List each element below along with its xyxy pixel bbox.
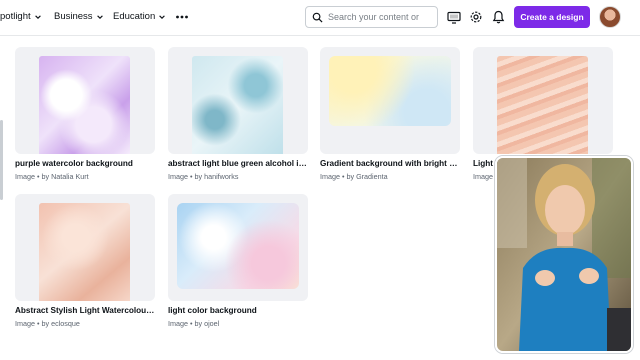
settings-button[interactable] bbox=[468, 9, 484, 25]
ellipsis-icon bbox=[176, 15, 188, 19]
top-navigation-bar: potlight Business Education Search your … bbox=[0, 0, 640, 36]
result-title: abstract light blue green alcohol in... bbox=[168, 159, 308, 168]
result-image bbox=[497, 56, 588, 154]
result-title: Abstract Stylish Light Watercolour ... bbox=[15, 306, 155, 315]
thumbnail-frame bbox=[168, 194, 308, 301]
create-design-button[interactable]: Create a design bbox=[514, 6, 590, 28]
bell-icon bbox=[492, 10, 504, 24]
result-title: light color background bbox=[168, 306, 257, 315]
chevron-down-icon bbox=[34, 14, 41, 19]
thumbnail-frame bbox=[473, 47, 613, 154]
nav-education-label: Education bbox=[113, 11, 156, 22]
result-card[interactable]: abstract light blue green alcohol in... … bbox=[168, 47, 308, 181]
notifications-button[interactable] bbox=[490, 9, 506, 25]
result-image bbox=[39, 56, 130, 154]
search-icon bbox=[312, 12, 323, 23]
monitor-button[interactable] bbox=[446, 9, 462, 25]
result-image bbox=[192, 56, 283, 154]
result-card[interactable]: purple watercolor background Image • by … bbox=[15, 47, 155, 181]
result-meta: Image • by Natalia Kurt bbox=[15, 172, 89, 181]
user-avatar[interactable] bbox=[599, 6, 621, 28]
search-box[interactable] bbox=[305, 6, 438, 28]
chevron-down-icon bbox=[159, 14, 166, 19]
nav-spotlight[interactable]: potlight bbox=[0, 11, 42, 22]
nav-business-label: Business bbox=[54, 11, 93, 22]
result-meta: Image • by Gradienta bbox=[320, 172, 388, 181]
gear-icon bbox=[470, 11, 482, 23]
monitor-icon bbox=[447, 11, 461, 24]
presenter-video-overlay bbox=[495, 156, 633, 353]
scrollbar[interactable] bbox=[0, 120, 3, 200]
result-card[interactable]: light color background Image • by ojoel bbox=[168, 194, 308, 328]
result-meta: Image • by ojoel bbox=[168, 319, 220, 328]
result-image bbox=[177, 203, 299, 289]
result-card[interactable]: Gradient background with bright m... Ima… bbox=[320, 47, 460, 181]
result-meta: Image • by eclosque bbox=[15, 319, 80, 328]
result-meta: Image • by hanifworks bbox=[168, 172, 239, 181]
result-image bbox=[329, 56, 451, 126]
nav-education[interactable]: Education bbox=[113, 11, 166, 22]
thumbnail-frame bbox=[15, 47, 155, 154]
result-card[interactable]: Abstract Stylish Light Watercolour ... I… bbox=[15, 194, 155, 328]
more-menu-button[interactable] bbox=[175, 10, 189, 27]
thumbnail-frame bbox=[15, 194, 155, 301]
thumbnail-frame bbox=[168, 47, 308, 154]
chevron-down-icon bbox=[96, 14, 103, 19]
nav-spotlight-label: potlight bbox=[0, 11, 31, 22]
result-title: purple watercolor background bbox=[15, 159, 133, 168]
result-image bbox=[39, 203, 130, 301]
result-title: Gradient background with bright m... bbox=[320, 159, 460, 168]
thumbnail-frame bbox=[320, 47, 460, 154]
search-input[interactable] bbox=[328, 12, 433, 22]
presenter-video-frame bbox=[497, 158, 631, 351]
nav-business[interactable]: Business bbox=[54, 11, 104, 22]
